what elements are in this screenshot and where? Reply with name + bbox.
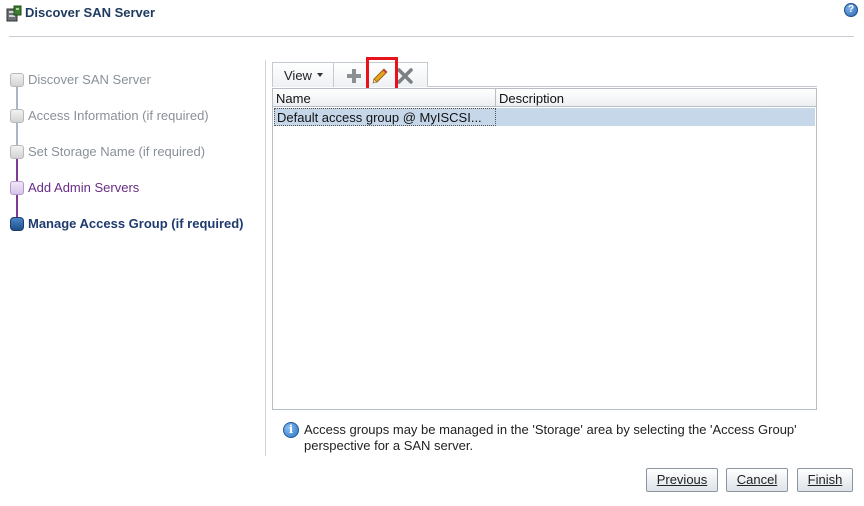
step-add-admin-servers[interactable]: Add Admin Servers: [28, 180, 139, 195]
cancel-button[interactable]: Cancel: [726, 468, 788, 492]
train-stepper: Discover SAN Server Access Information (…: [0, 60, 262, 260]
column-divider[interactable]: [495, 89, 496, 107]
server-app-icon: [6, 5, 22, 22]
chevron-down-icon: [317, 73, 323, 77]
table-cell-name: Default access group @ MyISCSI...: [274, 108, 496, 126]
step-marker-3[interactable]: [10, 145, 24, 159]
column-header-description[interactable]: Description: [499, 91, 564, 106]
info-icon: i: [283, 422, 299, 438]
table-cell-description: [496, 108, 815, 126]
edit-button-highlight: [366, 57, 398, 91]
access-group-table: Name Description Default access group @ …: [272, 88, 817, 410]
help-icon[interactable]: ?: [844, 3, 858, 17]
finish-button-label: Finish: [807, 472, 843, 487]
step-set-storage-name[interactable]: Set Storage Name (if required): [28, 144, 205, 159]
window-title: Discover SAN Server: [25, 5, 156, 20]
cancel-button-label: Cancel: [736, 472, 778, 487]
step-marker-5: [10, 217, 24, 231]
title-bar: Discover SAN Server ?: [0, 0, 864, 30]
panel-divider: [265, 60, 266, 456]
column-header-name[interactable]: Name: [276, 91, 311, 106]
view-menu-button[interactable]: View: [272, 62, 334, 87]
info-message: Access groups may be managed in the 'Sto…: [304, 422, 797, 453]
table-toolbar: View: [272, 61, 817, 87]
step-access-information[interactable]: Access Information (if required): [28, 108, 209, 123]
step-manage-access-group: Manage Access Group (if required): [28, 216, 244, 231]
table-header: Name Description: [273, 89, 816, 107]
x-icon: [397, 68, 413, 84]
view-menu-label: View: [284, 68, 312, 83]
header-separator: [9, 36, 854, 37]
previous-button[interactable]: Previous: [646, 468, 718, 492]
add-button[interactable]: [343, 65, 365, 87]
step-marker-4[interactable]: [10, 181, 24, 195]
step-marker-1[interactable]: [10, 73, 24, 87]
plus-icon: [347, 69, 361, 83]
previous-button-label: Previous: [656, 472, 708, 487]
table-row[interactable]: Default access group @ MyISCSI...: [274, 108, 815, 126]
step-marker-2[interactable]: [10, 109, 24, 123]
finish-button[interactable]: Finish: [797, 468, 853, 492]
step-discover-san-server[interactable]: Discover SAN Server: [28, 72, 151, 87]
